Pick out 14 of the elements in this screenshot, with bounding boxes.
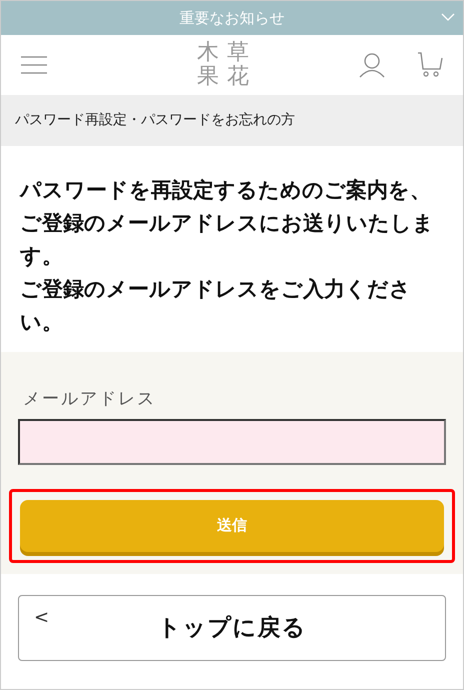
- logo[interactable]: 木 草 果 花: [197, 41, 249, 89]
- intro-paragraph: ご登録のメールアドレスをご入力ください。: [20, 276, 412, 336]
- email-field[interactable]: [18, 418, 446, 464]
- user-icon[interactable]: [359, 52, 385, 78]
- notice-bar[interactable]: 重要なお知らせ: [1, 1, 463, 35]
- chevron-left-icon: <: [34, 604, 50, 631]
- breadcrumb: パスワード再設定・パスワードをお忘れの方: [15, 111, 295, 130]
- email-label: メールアドレス: [23, 388, 157, 411]
- cart-icon[interactable]: [417, 52, 443, 78]
- back-to-top-button[interactable]: < トップに戻る: [18, 595, 446, 661]
- intro-paragraph: パスワードを再設定するためのご案内を、ご登録のメールアドレスにお送りいたします。: [20, 177, 435, 270]
- menu-icon[interactable]: [21, 55, 47, 75]
- notice-title: 重要なお知らせ: [180, 8, 284, 29]
- submit-button[interactable]: 送信: [20, 500, 444, 552]
